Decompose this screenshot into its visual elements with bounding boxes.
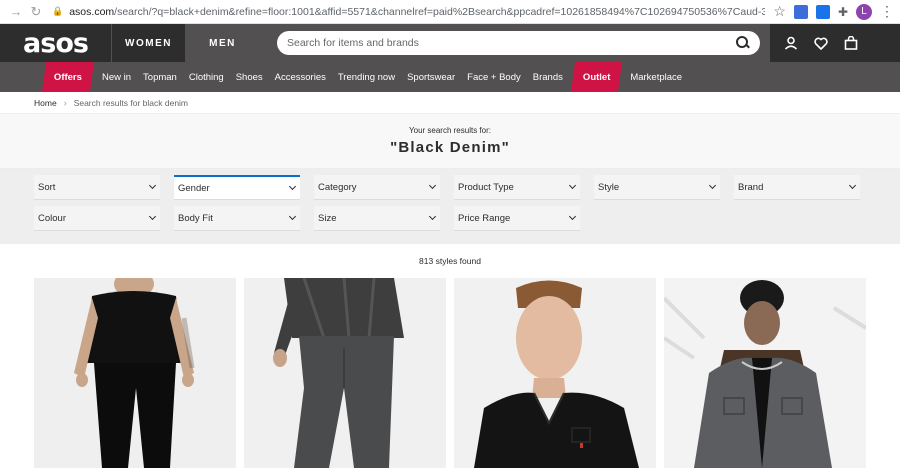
tab-men[interactable]: MEN (185, 24, 259, 62)
results-subtitle: Your search results for: (409, 126, 491, 135)
filter-label: Product Type (458, 181, 514, 193)
profile-avatar[interactable]: L (856, 3, 872, 20)
filter-size[interactable]: Size (314, 206, 440, 231)
filter-label: Body Fit (178, 212, 213, 224)
nav-item-accessories[interactable]: Accessories (269, 62, 332, 92)
chevron-down-icon (708, 181, 717, 190)
lock-icon: 🔒 (52, 6, 64, 16)
product-image (273, 278, 404, 468)
header-actions (770, 24, 900, 62)
product-image (474, 280, 639, 468)
saved-items-heart-icon[interactable] (814, 37, 828, 50)
chevron-down-icon (148, 212, 157, 221)
results-query-title: "Black Denim" (390, 139, 510, 156)
product-card-black-denim-shirt[interactable] (454, 278, 656, 468)
account-icon[interactable] (784, 36, 798, 50)
nav-label: Outlet (582, 71, 611, 83)
filter-label: Sort (38, 181, 56, 193)
puzzle-extensions-icon[interactable]: ✚ (838, 5, 848, 19)
nav-item-trending-now[interactable]: Trending now (332, 62, 401, 92)
product-image (664, 280, 866, 468)
breadcrumb: Home › Search results for black denim (0, 92, 900, 114)
filter-label: Gender (178, 182, 210, 194)
browser-toolbar: → ↻ 🔒 asos.com/search/?q=black+denim&ref… (0, 0, 900, 24)
bag-icon[interactable] (844, 36, 858, 50)
nav-item-clothing[interactable]: Clothing (183, 62, 230, 92)
filter-body-fit[interactable]: Body Fit (174, 206, 300, 231)
product-image (74, 278, 195, 468)
filter-price-range[interactable]: Price Range (454, 206, 580, 231)
forward-arrow-icon[interactable]: → (6, 4, 26, 19)
chevron-down-icon (568, 181, 577, 190)
search-icon[interactable] (736, 36, 750, 50)
chevron-down-icon (288, 212, 297, 221)
nav-item-brands[interactable]: Brands (527, 62, 569, 92)
styles-found-count: 813 styles found (419, 256, 481, 266)
nav-item-shoes[interactable]: Shoes (230, 62, 269, 92)
nav-item-offers[interactable]: Offers (41, 62, 95, 92)
tab-women[interactable]: WOMEN (111, 24, 185, 62)
url-path: /search/?q=black+denim&refine=floor:1001… (114, 5, 766, 18)
chevron-down-icon (148, 181, 157, 190)
bookmark-star-icon[interactable]: ☆ (773, 3, 786, 20)
chevron-down-icon (568, 212, 577, 221)
breadcrumb-current: Search results for black denim (73, 97, 189, 108)
filter-label: Style (598, 181, 620, 193)
filter-colour[interactable]: Colour (34, 206, 160, 231)
filter-style[interactable]: Style (594, 175, 720, 200)
nav-item-new-in[interactable]: New in (96, 62, 137, 92)
product-card-grey-jeans[interactable] (244, 278, 446, 468)
filter-gender[interactable]: Gender (174, 175, 300, 200)
nav-label: Offers (54, 71, 82, 83)
nav-item-marketplace[interactable]: Marketplace (624, 62, 688, 92)
filter-category[interactable]: Category (314, 175, 440, 200)
filter-label: Brand (738, 181, 764, 193)
url-host: asos.com (69, 5, 115, 18)
product-card-black-tshirt-jeans[interactable] (34, 278, 236, 468)
filter-label: Category (318, 181, 357, 193)
search-box (277, 31, 760, 55)
filter-label: Colour (38, 212, 66, 224)
search-container (259, 24, 770, 62)
product-card-grey-denim-jacket[interactable] (664, 278, 866, 468)
reload-icon[interactable]: ↻ (26, 4, 46, 20)
search-input[interactable] (287, 37, 736, 49)
chevron-down-icon (428, 181, 437, 190)
category-nav: Offers New in Topman Clothing Shoes Acce… (0, 62, 900, 92)
filter-brand[interactable]: Brand (734, 175, 860, 200)
nav-item-topman[interactable]: Topman (137, 62, 183, 92)
search-results-header: Your search results for: "Black Denim" (0, 114, 900, 169)
filter-product-type[interactable]: Product Type (454, 175, 580, 200)
chevron-down-icon (428, 212, 437, 221)
filter-label: Price Range (458, 212, 511, 224)
extension-icon[interactable] (815, 4, 830, 19)
filter-label: Size (318, 212, 337, 224)
filter-sort[interactable]: Sort (34, 175, 160, 200)
product-grid (0, 278, 900, 468)
breadcrumb-home-link[interactable]: Home (34, 98, 57, 108)
breadcrumb-separator: › (63, 97, 67, 108)
extension-icon[interactable] (793, 4, 808, 19)
address-bar[interactable]: 🔒 asos.com/search/?q=black+denim&refine=… (46, 2, 765, 22)
filter-bar: Sort Gender Category Product Type Style … (0, 169, 900, 244)
nav-item-sportswear[interactable]: Sportswear (401, 62, 461, 92)
nav-item-outlet[interactable]: Outlet (570, 62, 623, 92)
asos-logo[interactable]: asos (0, 24, 111, 62)
chevron-down-icon (848, 181, 857, 190)
site-header: asos WOMEN MEN (0, 24, 900, 62)
browser-menu-icon[interactable]: ⋮ (880, 3, 894, 20)
chevron-down-icon (288, 182, 297, 191)
nav-item-face-body[interactable]: Face + Body (461, 62, 527, 92)
